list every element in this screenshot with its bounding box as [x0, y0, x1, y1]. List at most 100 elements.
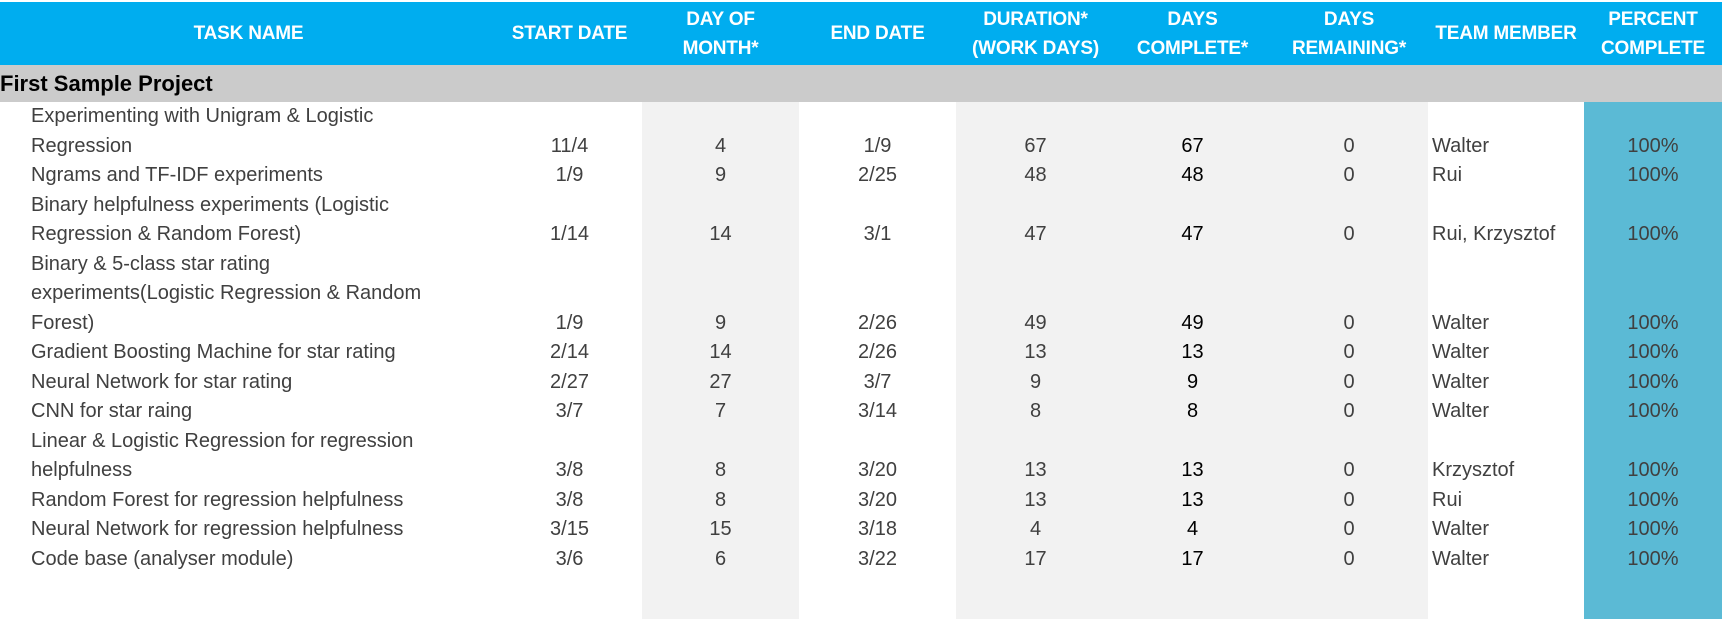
- table-row[interactable]: Random Forest for regression helpfulness…: [0, 486, 1722, 516]
- day-of-month-cell[interactable]: 27: [642, 368, 799, 398]
- days-complete-cell[interactable]: 17: [1115, 545, 1270, 575]
- start-date-cell[interactable]: 3/6: [497, 545, 642, 575]
- start-date-cell[interactable]: 1/9: [497, 309, 642, 339]
- table-row[interactable]: Binary helpfulness experiments (Logistic…: [0, 191, 1722, 250]
- days-complete-cell[interactable]: 9: [1115, 368, 1270, 398]
- days-remaining-cell[interactable]: 0: [1270, 515, 1428, 545]
- days-complete-cell[interactable]: 47: [1115, 220, 1270, 250]
- duration-cell[interactable]: 17: [956, 545, 1115, 575]
- header-task-name[interactable]: TASK NAME: [0, 2, 497, 65]
- end-date-cell[interactable]: 3/22: [799, 545, 956, 575]
- start-date-cell[interactable]: 1/14: [497, 220, 642, 250]
- day-of-month-cell[interactable]: 14: [642, 220, 799, 250]
- team-member-cell[interactable]: Rui: [1432, 161, 1584, 191]
- header-days-remaining[interactable]: DAYS REMAINING*: [1270, 2, 1428, 65]
- start-date-cell[interactable]: 3/7: [497, 397, 642, 427]
- days-remaining-cell[interactable]: 0: [1270, 486, 1428, 516]
- end-date-cell[interactable]: 3/20: [799, 456, 956, 486]
- table-row[interactable]: Neural Network for star rating 2/27 27 3/7 9…: [0, 368, 1722, 398]
- duration-cell[interactable]: 8: [956, 397, 1115, 427]
- team-member-cell[interactable]: Walter: [1432, 397, 1584, 427]
- duration-cell[interactable]: 67: [956, 132, 1115, 162]
- day-of-month-cell[interactable]: 8: [642, 486, 799, 516]
- header-end-date[interactable]: END DATE: [799, 2, 956, 65]
- task-name-cell[interactable]: Gradient Boosting Machine for star ratin…: [31, 338, 491, 368]
- day-of-month-cell[interactable]: 14: [642, 338, 799, 368]
- duration-cell[interactable]: 9: [956, 368, 1115, 398]
- team-member-cell[interactable]: Rui: [1432, 486, 1584, 516]
- days-remaining-cell[interactable]: 0: [1270, 338, 1428, 368]
- days-remaining-cell[interactable]: 0: [1270, 220, 1428, 250]
- days-remaining-cell[interactable]: 0: [1270, 545, 1428, 575]
- percent-complete-cell[interactable]: 100%: [1584, 132, 1722, 162]
- team-member-cell[interactable]: Rui, Krzysztof: [1432, 220, 1584, 250]
- end-date-cell[interactable]: 3/20: [799, 486, 956, 516]
- day-of-month-cell[interactable]: 7: [642, 397, 799, 427]
- table-row[interactable]: Gradient Boosting Machine for star ratin…: [0, 338, 1722, 368]
- days-remaining-cell[interactable]: 0: [1270, 456, 1428, 486]
- task-name-cell[interactable]: Ngrams and TF-IDF experiments: [31, 161, 491, 191]
- task-name-cell[interactable]: CNN for star raing: [31, 397, 491, 427]
- header-team-member[interactable]: TEAM MEMBER: [1428, 2, 1584, 65]
- team-member-cell[interactable]: Walter: [1432, 515, 1584, 545]
- task-name-cell[interactable]: Experimenting with Unigram & Logistic Reg…: [31, 102, 491, 161]
- task-name-cell[interactable]: Linear & Logistic Regression for regress…: [31, 427, 491, 486]
- task-name-cell[interactable]: Neural Network for regression helpfulnes…: [31, 515, 491, 545]
- percent-complete-cell[interactable]: 100%: [1584, 309, 1722, 339]
- days-complete-cell[interactable]: 4: [1115, 515, 1270, 545]
- table-row[interactable]: Code base (analyser module) 3/6 6 3/22 17 17 0…: [0, 545, 1722, 575]
- table-row[interactable]: Binary & 5-class star rating experiments(…: [0, 250, 1722, 339]
- header-days-complete[interactable]: DAYS COMPLETE*: [1115, 2, 1270, 65]
- end-date-cell[interactable]: 3/14: [799, 397, 956, 427]
- header-start-date[interactable]: START DATE: [497, 2, 642, 65]
- task-name-cell[interactable]: Code base (analyser module): [31, 545, 491, 575]
- percent-complete-cell[interactable]: 100%: [1584, 456, 1722, 486]
- percent-complete-cell[interactable]: 100%: [1584, 161, 1722, 191]
- day-of-month-cell[interactable]: 4: [642, 132, 799, 162]
- days-complete-cell[interactable]: 13: [1115, 338, 1270, 368]
- table-row[interactable]: Neural Network for regression helpfulnes…: [0, 515, 1722, 545]
- end-date-cell[interactable]: 3/7: [799, 368, 956, 398]
- days-remaining-cell[interactable]: 0: [1270, 397, 1428, 427]
- days-complete-cell[interactable]: 13: [1115, 486, 1270, 516]
- percent-complete-cell[interactable]: 100%: [1584, 486, 1722, 516]
- day-of-month-cell[interactable]: 6: [642, 545, 799, 575]
- start-date-cell[interactable]: 1/9: [497, 161, 642, 191]
- team-member-cell[interactable]: Walter: [1432, 309, 1584, 339]
- start-date-cell[interactable]: 2/14: [497, 338, 642, 368]
- header-day-of-month[interactable]: DAY OF MONTH*: [642, 2, 799, 65]
- percent-complete-cell[interactable]: 100%: [1584, 515, 1722, 545]
- end-date-cell[interactable]: 1/9: [799, 132, 956, 162]
- table-row[interactable]: Experimenting with Unigram & Logistic Reg…: [0, 102, 1722, 161]
- days-complete-cell[interactable]: 49: [1115, 309, 1270, 339]
- days-remaining-cell[interactable]: 0: [1270, 161, 1428, 191]
- day-of-month-cell[interactable]: 15: [642, 515, 799, 545]
- day-of-month-cell[interactable]: 9: [642, 309, 799, 339]
- day-of-month-cell[interactable]: 9: [642, 161, 799, 191]
- percent-complete-cell[interactable]: 100%: [1584, 545, 1722, 575]
- task-name-cell[interactable]: Binary & 5-class star rating experiments(…: [31, 250, 491, 339]
- days-remaining-cell[interactable]: 0: [1270, 368, 1428, 398]
- team-member-cell[interactable]: Krzysztof: [1432, 456, 1584, 486]
- end-date-cell[interactable]: 3/18: [799, 515, 956, 545]
- end-date-cell[interactable]: 2/26: [799, 338, 956, 368]
- start-date-cell[interactable]: 11/4: [497, 132, 642, 162]
- day-of-month-cell[interactable]: 8: [642, 456, 799, 486]
- duration-cell[interactable]: 48: [956, 161, 1115, 191]
- team-member-cell[interactable]: Walter: [1432, 338, 1584, 368]
- end-date-cell[interactable]: 2/25: [799, 161, 956, 191]
- table-row[interactable]: CNN for star raing 3/7 7 3/14 8 8 0 Walter 100%: [0, 397, 1722, 427]
- percent-complete-cell[interactable]: 100%: [1584, 368, 1722, 398]
- project-group-row[interactable]: First Sample Project: [0, 65, 1722, 102]
- percent-complete-cell[interactable]: 100%: [1584, 220, 1722, 250]
- duration-cell[interactable]: 49: [956, 309, 1115, 339]
- task-name-cell[interactable]: Neural Network for star rating: [31, 368, 491, 398]
- days-complete-cell[interactable]: 67: [1115, 132, 1270, 162]
- percent-complete-cell[interactable]: 100%: [1584, 397, 1722, 427]
- table-row[interactable]: Ngrams and TF-IDF experiments 1/9 9 2/25 48 4…: [0, 161, 1722, 191]
- team-member-cell[interactable]: Walter: [1432, 132, 1584, 162]
- team-member-cell[interactable]: Walter: [1432, 545, 1584, 575]
- team-member-cell[interactable]: Walter: [1432, 368, 1584, 398]
- days-remaining-cell[interactable]: 0: [1270, 309, 1428, 339]
- days-remaining-cell[interactable]: 0: [1270, 132, 1428, 162]
